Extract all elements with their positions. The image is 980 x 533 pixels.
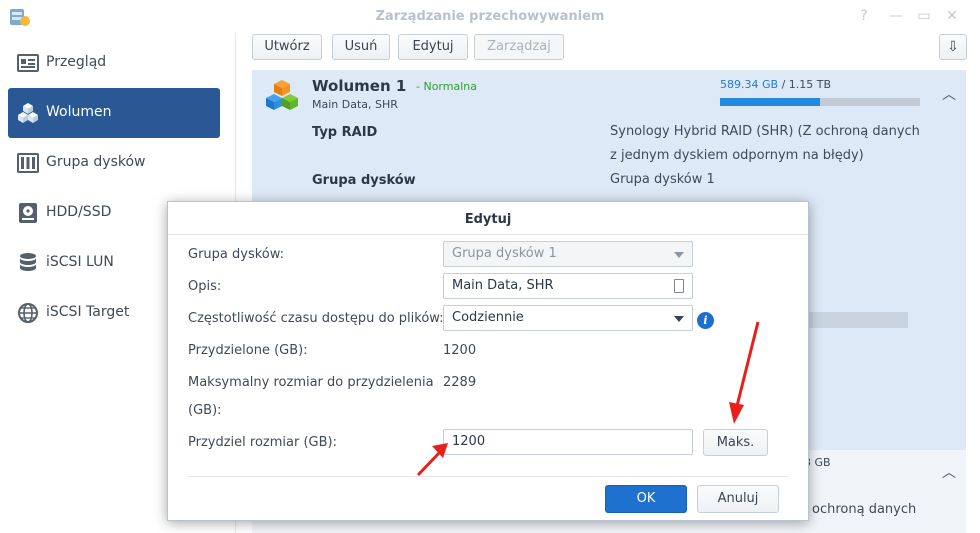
disk-group-label: Grupa dysków:	[188, 247, 285, 262]
detail-label-raid: Typ RAID	[312, 125, 378, 140]
detail-value-line: z jednym dyskiem odpornym na błędy)	[610, 148, 864, 163]
total-capacity: / 1.15 TB	[781, 78, 832, 91]
volume-cubes-icon	[266, 80, 298, 110]
volume-cubes-icon	[18, 103, 38, 123]
sidebar-item-label: iSCSI Target	[46, 304, 130, 320]
sidebar-item-label: Przegląd	[46, 54, 107, 70]
edit-dialog: Edytuj Grupa dysków: Grupa dysków 1 Opis…	[167, 201, 809, 521]
access-frequency-value: Codziennie	[452, 310, 524, 325]
sidebar-item-label: Wolumen	[46, 104, 112, 120]
alloc-size-input[interactable]: 1200	[443, 429, 693, 455]
sidebar-item-overview[interactable]: Przegląd	[8, 38, 220, 88]
close-button[interactable]: ✕	[944, 8, 960, 24]
access-frequency-select[interactable]: Codziennie	[443, 305, 693, 331]
title-bar: Zarządzanie przechowywaniem ? — ▭ ✕	[0, 0, 980, 33]
obscured-bar	[804, 312, 908, 328]
description-input[interactable]: Main Data, SHR	[443, 273, 693, 299]
database-icon	[20, 253, 36, 271]
max-size-label: Maksymalny rozmiar do przydzielenia	[188, 375, 434, 390]
info-icon[interactable]: i	[697, 312, 714, 329]
text-field-icon	[674, 279, 684, 293]
sort-icon[interactable]: ⇩	[939, 34, 967, 60]
max-button[interactable]: Maks.	[703, 429, 768, 456]
chevron-down-icon	[674, 316, 684, 322]
disk-group-select: Grupa dysków 1	[443, 241, 693, 267]
edit-button[interactable]: Edytuj	[398, 34, 468, 60]
manage-button[interactable]: Zarządzaj	[474, 34, 564, 60]
description-input-value: Main Data, SHR	[452, 278, 554, 293]
hdd-icon	[19, 203, 37, 223]
globe-icon	[18, 303, 38, 323]
ok-button[interactable]: OK	[605, 485, 687, 513]
description-label: Opis:	[188, 279, 222, 294]
overview-icon	[17, 54, 39, 72]
volume-2-detail: ochroną danych	[812, 498, 916, 522]
access-frequency-label: Częstotliwość czasu dostępu do plików:	[188, 311, 444, 326]
used-capacity: 589.34 GB	[720, 78, 779, 91]
cancel-button[interactable]: Anuluj	[697, 485, 779, 513]
minimize-button[interactable]: —	[888, 8, 904, 24]
delete-button[interactable]: Usuń	[332, 34, 390, 60]
window-title: Zarządzanie przechowywaniem	[375, 9, 605, 24]
detail-value-raid: Synology Hybrid RAID (SHR) (Z ochroną da…	[610, 120, 920, 168]
volume-usage: 589.34 GB / 1.15 TB	[720, 78, 831, 91]
dialog-divider	[168, 234, 808, 235]
volume-name: Wolumen 1	[312, 77, 407, 95]
collapse-icon[interactable]: ︿	[942, 462, 956, 482]
detail-label-disk-group: Grupa dysków	[312, 173, 416, 188]
chevron-down-icon	[674, 252, 684, 258]
dialog-title: Edytuj	[464, 212, 512, 227]
volume-subtitle: Main Data, SHR	[312, 98, 398, 111]
allocated-value: 1200	[443, 343, 477, 358]
detail-value-line: Synology Hybrid RAID (SHR) (Z ochroną da…	[610, 124, 920, 139]
sidebar-item-disk-group[interactable]: Grupa dysków	[8, 138, 220, 188]
sidebar-item-label: iSCSI LUN	[46, 254, 114, 270]
detail-value-disk-group: Grupa dysków 1	[610, 172, 715, 187]
max-size-value: 2289	[443, 375, 477, 390]
detail-value-line: ochroną danych	[812, 502, 917, 517]
sidebar-item-label: Grupa dysków	[46, 154, 146, 170]
sidebar-item-label: HDD/SSD	[46, 204, 112, 220]
sidebar-item-volume[interactable]: Wolumen	[8, 88, 220, 138]
create-button[interactable]: Utwórz	[252, 34, 322, 60]
maximize-button[interactable]: ▭	[916, 8, 932, 24]
help-button[interactable]: ?	[856, 8, 872, 24]
volume-status: - Normalna	[416, 80, 477, 93]
disk-group-select-value: Grupa dysków 1	[452, 246, 557, 261]
collapse-icon[interactable]: ︿	[942, 84, 956, 104]
usage-bar-fill	[720, 98, 820, 106]
dialog-footer-divider	[188, 476, 788, 477]
allocated-label: Przydzielone (GB):	[188, 343, 308, 358]
alloc-size-input-value: 1200	[452, 434, 486, 449]
usage-bar	[720, 98, 920, 106]
disk-group-icon	[17, 153, 39, 173]
alloc-size-label: Przydziel rozmiar (GB):	[188, 435, 337, 450]
max-size-label-unit: (GB):	[188, 403, 222, 418]
